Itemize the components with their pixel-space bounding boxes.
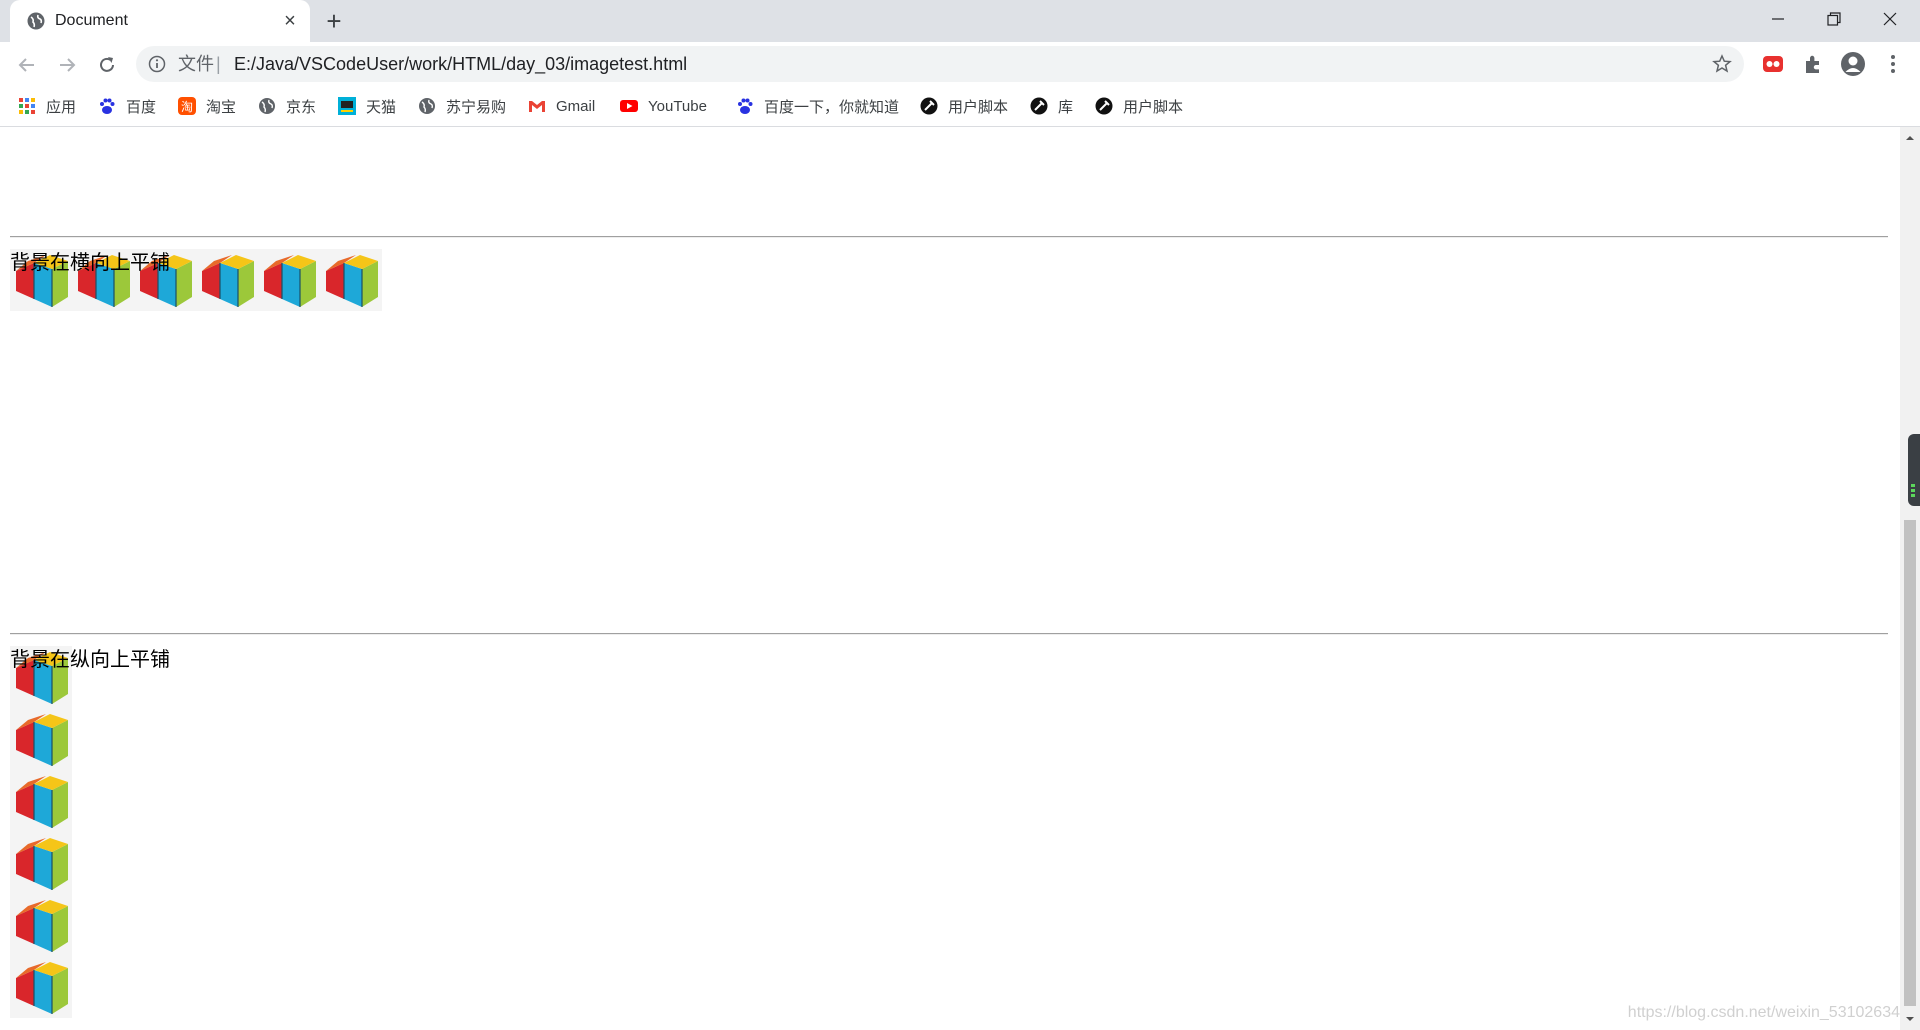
scheme-label: 文件 xyxy=(178,54,214,74)
extension-red-icon xyxy=(1763,56,1783,72)
tab-document[interactable]: Document × xyxy=(10,0,310,42)
youtube-icon xyxy=(620,100,638,112)
bookmark-baidu[interactable]: 百度 xyxy=(98,94,156,118)
vertical-scrollbar[interactable] xyxy=(1900,127,1920,1030)
more-vertical-icon xyxy=(1891,55,1895,73)
info-icon[interactable] xyxy=(148,55,166,73)
side-panel-handle[interactable] xyxy=(1908,434,1920,506)
repeat-y-label: 背景在纵向上平铺 xyxy=(10,647,170,671)
browser-toolbar: 文件 | E:/Java/VSCodeUser/work/HTML/day_03… xyxy=(0,42,1920,86)
userscript-icon xyxy=(1095,97,1113,115)
scheme-separator: | xyxy=(216,54,221,74)
cube-tile-icon xyxy=(10,770,72,832)
bookmark-label: YouTube xyxy=(648,97,707,115)
forward-arrow-icon xyxy=(60,58,76,72)
gmail-icon xyxy=(529,101,545,112)
bookmarks-bar: 应用 百度 淘 淘宝 京东 天猫 苏宁易购 Gmail YouTube 百度一下… xyxy=(0,86,1920,127)
extension-button[interactable] xyxy=(1760,51,1786,77)
extensions-button[interactable] xyxy=(1800,51,1826,77)
puzzle-icon xyxy=(1806,55,1819,73)
page-viewport: 背景在横向上平铺 背景在纵向上平铺 xyxy=(0,127,1900,1030)
bookmark-label: 淘宝 xyxy=(206,98,237,116)
globe-icon xyxy=(419,98,435,114)
taobao-icon: 淘 xyxy=(178,97,196,115)
bookmark-label: 库 xyxy=(1058,98,1074,116)
cube-tile-icon xyxy=(258,249,320,311)
reload-icon xyxy=(100,57,114,72)
apps-grid-icon xyxy=(19,98,35,114)
minimize-icon xyxy=(1772,18,1784,20)
restore-icon xyxy=(1827,12,1841,26)
baidu-paw-icon xyxy=(100,98,115,114)
close-tab-icon[interactable]: × xyxy=(280,11,300,31)
bookmark-jd[interactable]: 京东 xyxy=(258,94,316,118)
new-tab-button[interactable]: + xyxy=(322,8,346,34)
bookmark-label: 苏宁易购 xyxy=(446,98,507,116)
horizontal-rule xyxy=(10,236,1888,238)
userscript-icon xyxy=(1030,97,1048,115)
tab-strip: Document × + xyxy=(0,0,1920,42)
back-arrow-icon xyxy=(18,58,34,72)
bookmark-taobao[interactable]: 淘 淘宝 xyxy=(178,94,236,118)
background-repeat-y-box xyxy=(10,646,73,1022)
menu-button[interactable] xyxy=(1880,51,1906,77)
scroll-up-arrow-icon[interactable] xyxy=(1900,131,1920,145)
bookmark-label: 应用 xyxy=(46,98,77,116)
close-icon xyxy=(1883,12,1897,26)
bookmark-baidu-search[interactable]: 百度一下，你就知道 xyxy=(736,94,899,118)
bookmark-label: 京东 xyxy=(286,98,317,116)
cube-tile-icon xyxy=(196,249,258,311)
repeat-x-label: 背景在横向上平铺 xyxy=(10,250,170,274)
restore-button[interactable] xyxy=(1806,0,1862,38)
bookmark-suning[interactable]: 苏宁易购 xyxy=(418,94,506,118)
bookmark-label: 百度一下，你就知道 xyxy=(764,98,900,116)
watermark-text: https://blog.csdn.net/weixin_53102634 xyxy=(1627,1004,1900,1021)
tab-title: Document xyxy=(55,12,128,29)
cube-tile-icon xyxy=(10,832,72,894)
back-button[interactable] xyxy=(12,50,42,80)
bookmark-label: 天猫 xyxy=(366,98,397,116)
bookmark-tmall[interactable]: 天猫 xyxy=(338,94,396,118)
userscript-icon xyxy=(920,97,938,115)
bookmark-youtube[interactable]: YouTube xyxy=(620,94,707,118)
globe-icon xyxy=(259,98,275,114)
bookmark-userscript-2[interactable]: 用户脚本 xyxy=(1095,94,1183,118)
svg-text:淘: 淘 xyxy=(181,100,193,114)
cube-tile-icon xyxy=(10,956,72,1018)
bookmark-label: 用户脚本 xyxy=(1123,98,1184,116)
cube-tile-icon xyxy=(320,249,382,311)
bookmark-label: 用户脚本 xyxy=(948,98,1009,116)
url-text[interactable]: E:/Java/VSCodeUser/work/HTML/day_03/imag… xyxy=(234,54,687,74)
cube-tile-icon xyxy=(10,894,72,956)
minimize-button[interactable] xyxy=(1750,0,1806,38)
forward-button[interactable] xyxy=(52,50,82,80)
globe-icon xyxy=(27,12,45,30)
bookmark-label: Gmail xyxy=(556,97,596,115)
bookmark-apps[interactable]: 应用 xyxy=(18,94,76,118)
close-window-button[interactable] xyxy=(1862,0,1918,38)
scroll-down-arrow-icon[interactable] xyxy=(1900,1012,1920,1026)
bookmark-library[interactable]: 库 xyxy=(1030,94,1073,118)
bookmark-userscript[interactable]: 用户脚本 xyxy=(920,94,1008,118)
tmall-icon xyxy=(338,97,356,115)
avatar-icon xyxy=(1841,52,1865,76)
scrollbar-thumb[interactable] xyxy=(1904,520,1916,1006)
bookmark-gmail[interactable]: Gmail xyxy=(528,94,595,118)
baidu-paw-icon xyxy=(738,98,753,114)
bookmark-star-icon[interactable] xyxy=(1712,54,1732,74)
address-bar[interactable]: 文件 | E:/Java/VSCodeUser/work/HTML/day_03… xyxy=(136,46,1744,82)
profile-button[interactable] xyxy=(1840,51,1866,77)
cube-tile-icon xyxy=(10,708,72,770)
bookmark-label: 百度 xyxy=(126,98,157,116)
reload-button[interactable] xyxy=(92,50,122,80)
horizontal-rule xyxy=(10,633,1888,635)
